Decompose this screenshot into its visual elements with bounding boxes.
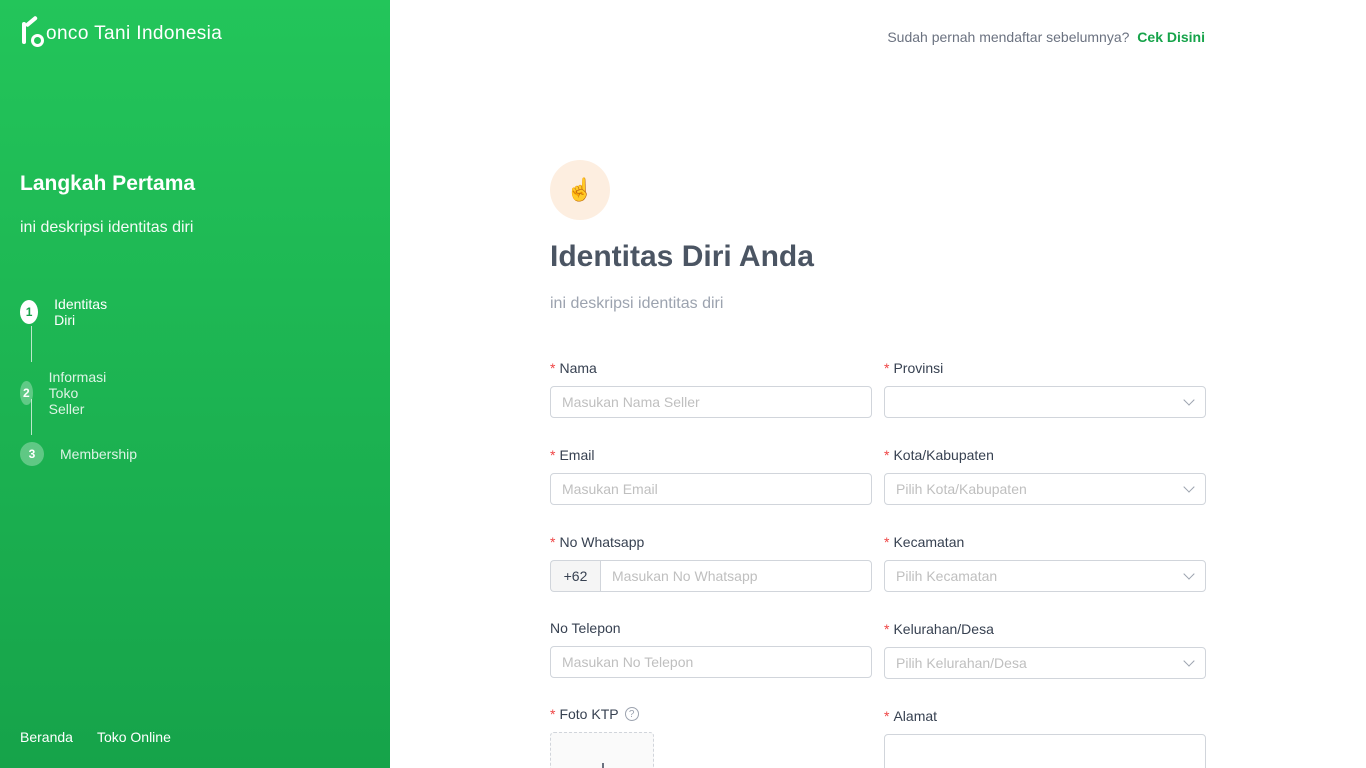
step-connector [31, 399, 32, 435]
step-number: 3 [20, 442, 44, 466]
brand-logo[interactable]: onco Tani Indonesia [20, 15, 223, 50]
logo-icon [20, 15, 46, 50]
help-icon[interactable]: ? [624, 707, 639, 721]
provinsi-label: Provinsi [893, 360, 944, 376]
sidebar-description: ini deskripsi identitas diri [20, 219, 194, 236]
kelurahan-label: Kelurahan/Desa [893, 621, 994, 637]
login-prompt-text: Sudah pernah mendaftar sebelumnya? [887, 29, 1130, 45]
link-toko-online[interactable]: Toko Online [97, 729, 171, 745]
sidebar: onco Tani Indonesia Langkah Pertama ini … [0, 0, 390, 768]
required-mark: * [550, 360, 556, 376]
whatsapp-group: +62 Masukan No Whatsapp [550, 560, 872, 592]
required-mark: * [550, 534, 556, 550]
kelurahan-select[interactable]: Pilih Kelurahan/Desa [884, 647, 1206, 679]
step-identitas-diri[interactable]: 1 Identitas Diri [20, 296, 113, 328]
required-mark: * [884, 360, 890, 376]
step-connector [31, 326, 32, 362]
provinsi-select[interactable] [884, 386, 1206, 418]
page-description: ini deskripsi identitas diri [550, 295, 724, 312]
whatsapp-label: No Whatsapp [559, 534, 645, 550]
chevron-down-icon [1183, 568, 1195, 580]
field-kecamatan: * Kecamatan Pilih Kecamatan [884, 532, 1206, 592]
kelurahan-placeholder: Pilih Kelurahan/Desa [896, 655, 1027, 671]
pointing-hand-icon: ☝ [550, 160, 610, 220]
required-mark: * [884, 534, 890, 550]
sidebar-title: Langkah Pertama [20, 172, 196, 195]
chevron-down-icon [1183, 481, 1195, 493]
step-membership[interactable]: 3 Membership [20, 442, 137, 466]
plus-icon [602, 763, 604, 768]
required-mark: * [550, 447, 556, 463]
kota-select[interactable]: Pilih Kota/Kabupaten [884, 473, 1206, 505]
telepon-input[interactable]: Masukan No Telepon [550, 646, 872, 678]
kecamatan-select[interactable]: Pilih Kecamatan [884, 560, 1206, 592]
email-label: Email [559, 447, 595, 463]
alamat-label: Alamat [893, 708, 938, 724]
required-mark: * [550, 706, 556, 722]
field-provinsi: * Provinsi [884, 358, 1206, 418]
required-mark: * [884, 708, 890, 724]
foto-ktp-label: Foto KTP [559, 706, 619, 722]
cek-disini-link[interactable]: Cek Disini [1137, 29, 1205, 45]
login-prompt: Sudah pernah mendaftar sebelumnya? Cek D… [887, 29, 1205, 45]
field-telepon: No Telepon Masukan No Telepon [550, 618, 872, 678]
page-title: Identitas Diri Anda [550, 240, 814, 273]
field-nama: * Nama Masukan Nama Seller [550, 358, 872, 418]
country-code-prefix: +62 [550, 560, 600, 592]
chevron-down-icon [1183, 394, 1195, 406]
step-label: Identitas Diri [54, 296, 108, 328]
email-input[interactable]: Masukan Email [550, 473, 872, 505]
field-kota: * Kota/Kabupaten Pilih Kota/Kabupaten [884, 445, 1206, 505]
nama-label: Nama [559, 360, 597, 376]
kota-placeholder: Pilih Kota/Kabupaten [896, 481, 1027, 497]
alamat-textarea[interactable] [884, 734, 1206, 768]
kota-label: Kota/Kabupaten [893, 447, 994, 463]
sidebar-footer: Beranda Toko Online [20, 729, 171, 745]
nama-input[interactable]: Masukan Nama Seller [550, 386, 872, 418]
step-informasi-toko-seller[interactable]: 2 Informasi Toko Seller [20, 369, 118, 417]
chevron-down-icon [1183, 655, 1195, 667]
field-kelurahan: * Kelurahan/Desa Pilih Kelurahan/Desa [884, 619, 1206, 679]
required-mark: * [884, 447, 890, 463]
ktp-upload-area[interactable] [550, 732, 654, 768]
kecamatan-label: Kecamatan [893, 534, 965, 550]
required-mark: * [884, 621, 890, 637]
whatsapp-input[interactable]: Masukan No Whatsapp [600, 560, 872, 592]
field-alamat: * Alamat [884, 706, 1206, 768]
link-beranda[interactable]: Beranda [20, 729, 73, 745]
kecamatan-placeholder: Pilih Kecamatan [896, 568, 998, 584]
brand-name: onco Tani Indonesia [46, 23, 223, 44]
step-label: Membership [60, 446, 138, 462]
field-whatsapp: * No Whatsapp +62 Masukan No Whatsapp [550, 532, 872, 592]
telepon-label: No Telepon [550, 620, 621, 636]
field-foto-ktp: * Foto KTP? [550, 704, 872, 768]
field-email: * Email Masukan Email [550, 445, 872, 505]
step-label: Informasi Toko Seller [48, 369, 107, 417]
step-number: 1 [20, 300, 39, 324]
